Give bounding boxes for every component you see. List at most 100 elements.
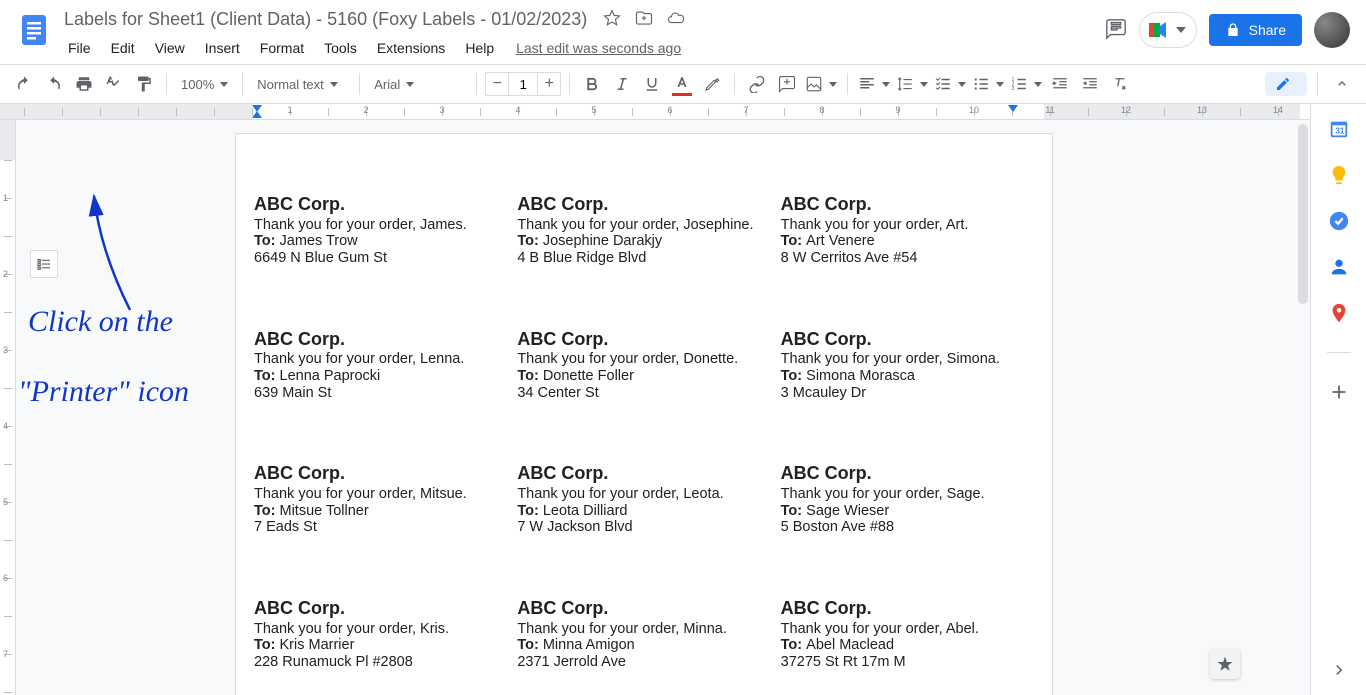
bulleted-list-button[interactable] — [970, 70, 1006, 98]
menu-view[interactable]: View — [147, 36, 193, 60]
chevron-down-icon — [958, 82, 966, 87]
label-addr: 639 Main St — [254, 385, 507, 402]
menu-help[interactable]: Help — [457, 36, 502, 60]
insert-image-button[interactable] — [803, 70, 839, 98]
label-cell[interactable]: ABC Corp.Thank you for your order, Art.T… — [781, 194, 1034, 267]
insert-link-button[interactable] — [743, 70, 771, 98]
styles-dropdown[interactable]: Normal text — [251, 70, 351, 98]
label-cell[interactable]: ABC Corp.Thank you for your order, Donet… — [517, 329, 770, 402]
label-thank: Thank you for your order, Minna. — [517, 621, 770, 638]
redo-button[interactable] — [40, 70, 68, 98]
label-company: ABC Corp. — [781, 329, 1034, 350]
label-cell[interactable]: ABC Corp.Thank you for your order, James… — [254, 194, 507, 267]
label-to: To: Sage Wieser — [781, 503, 1034, 520]
document-page[interactable]: ABC Corp.Thank you for your order, James… — [236, 134, 1052, 695]
label-to: To: Abel Maclead — [781, 637, 1034, 654]
font-size-increase[interactable]: + — [538, 73, 560, 95]
page-scroll[interactable]: ABC Corp.Thank you for your order, James… — [16, 120, 1310, 695]
font-size-input[interactable] — [508, 73, 538, 95]
label-to: To: Simona Morasca — [781, 368, 1034, 385]
highlight-button[interactable] — [698, 70, 726, 98]
vertical-ruler[interactable]: 123456789 — [0, 120, 16, 695]
label-company: ABC Corp. — [517, 329, 770, 350]
italic-button[interactable] — [608, 70, 636, 98]
editing-mode-button[interactable] — [1265, 72, 1307, 96]
increase-indent-button[interactable] — [1076, 70, 1104, 98]
checklist-button[interactable] — [932, 70, 968, 98]
document-title[interactable]: Labels for Sheet1 (Client Data) - 5160 (… — [60, 7, 591, 32]
label-to: To: Art Venere — [781, 233, 1034, 250]
label-thank: Thank you for your order, Kris. — [254, 621, 507, 638]
clear-formatting-button[interactable] — [1106, 70, 1134, 98]
label-to: To: Minna Amigon — [517, 637, 770, 654]
label-thank: Thank you for your order, Art. — [781, 217, 1034, 234]
menu-extensions[interactable]: Extensions — [369, 36, 453, 60]
menu-insert[interactable]: Insert — [197, 36, 248, 60]
tasks-addon-icon[interactable] — [1328, 210, 1350, 232]
bold-button[interactable] — [578, 70, 606, 98]
align-left-icon — [858, 75, 876, 93]
label-cell[interactable]: ABC Corp.Thank you for your order, Josep… — [517, 194, 770, 267]
label-thank: Thank you for your order, Lenna. — [254, 351, 507, 368]
label-addr: 6649 N Blue Gum St — [254, 250, 507, 267]
star-icon[interactable] — [603, 9, 621, 30]
last-edit-link[interactable]: Last edit was seconds ago — [516, 40, 681, 56]
align-button[interactable] — [856, 70, 892, 98]
cloud-status-icon[interactable] — [667, 9, 685, 30]
chevron-down-icon — [996, 82, 1004, 87]
font-dropdown[interactable]: Arial — [368, 70, 468, 98]
text-color-button[interactable] — [668, 70, 696, 98]
docs-logo[interactable] — [14, 10, 54, 50]
menu-format[interactable]: Format — [252, 36, 312, 60]
comment-history-icon[interactable] — [1105, 18, 1127, 43]
numbered-list-button[interactable]: 123 — [1008, 70, 1044, 98]
line-spacing-button[interactable] — [894, 70, 930, 98]
menu-edit[interactable]: Edit — [103, 36, 143, 60]
label-addr: 8 W Cerritos Ave #54 — [781, 250, 1034, 267]
font-size-decrease[interactable]: − — [486, 73, 508, 95]
label-cell[interactable]: ABC Corp.Thank you for your order, Minna… — [517, 598, 770, 671]
account-avatar[interactable] — [1314, 12, 1350, 48]
move-icon[interactable] — [635, 9, 653, 30]
insert-comment-button[interactable] — [773, 70, 801, 98]
hide-menus-button[interactable] — [1328, 70, 1356, 98]
label-thank: Thank you for your order, Abel. — [781, 621, 1034, 638]
pencil-icon — [1275, 76, 1291, 92]
share-button[interactable]: Share — [1209, 14, 1302, 46]
label-cell[interactable]: ABC Corp.Thank you for your order, Abel.… — [781, 598, 1034, 671]
meet-button[interactable] — [1139, 12, 1197, 48]
horizontal-ruler[interactable]: 1234567891011121314 — [0, 104, 1310, 120]
label-cell[interactable]: ABC Corp.Thank you for your order, Simon… — [781, 329, 1034, 402]
explore-button[interactable] — [1210, 649, 1240, 679]
hide-side-panel-button[interactable] — [1328, 659, 1350, 681]
label-addr: 34 Center St — [517, 385, 770, 402]
chevron-down-icon — [920, 82, 928, 87]
scrollbar-thumb[interactable] — [1298, 124, 1308, 304]
label-cell[interactable]: ABC Corp.Thank you for your order, Leota… — [517, 463, 770, 536]
label-addr: 228 Runamuck Pl #2808 — [254, 654, 507, 671]
menu-tools[interactable]: Tools — [316, 36, 365, 60]
label-addr: 3 Mcauley Dr — [781, 385, 1034, 402]
label-company: ABC Corp. — [254, 329, 507, 350]
underline-button[interactable] — [638, 70, 666, 98]
label-cell[interactable]: ABC Corp.Thank you for your order, Lenna… — [254, 329, 507, 402]
contacts-addon-icon[interactable] — [1328, 256, 1350, 278]
calendar-addon-icon[interactable]: 31 — [1328, 118, 1350, 140]
svg-text:3: 3 — [1012, 86, 1015, 92]
get-addons-button[interactable] — [1328, 381, 1350, 403]
zoom-dropdown[interactable]: 100% — [175, 70, 234, 98]
label-cell[interactable]: ABC Corp.Thank you for your order, Mitsu… — [254, 463, 507, 536]
image-icon — [805, 75, 823, 93]
maps-addon-icon[interactable] — [1328, 302, 1350, 324]
undo-button[interactable] — [10, 70, 38, 98]
decrease-indent-button[interactable] — [1046, 70, 1074, 98]
label-cell[interactable]: ABC Corp.Thank you for your order, Sage.… — [781, 463, 1034, 536]
keep-addon-icon[interactable] — [1328, 164, 1350, 186]
label-cell[interactable]: ABC Corp.Thank you for your order, Kris.… — [254, 598, 507, 671]
label-thank: Thank you for your order, Leota. — [517, 486, 770, 503]
paint-format-button[interactable] — [130, 70, 158, 98]
font-value: Arial — [374, 77, 400, 92]
spellcheck-button[interactable] — [100, 70, 128, 98]
menu-file[interactable]: File — [60, 36, 99, 60]
print-button[interactable] — [70, 70, 98, 98]
